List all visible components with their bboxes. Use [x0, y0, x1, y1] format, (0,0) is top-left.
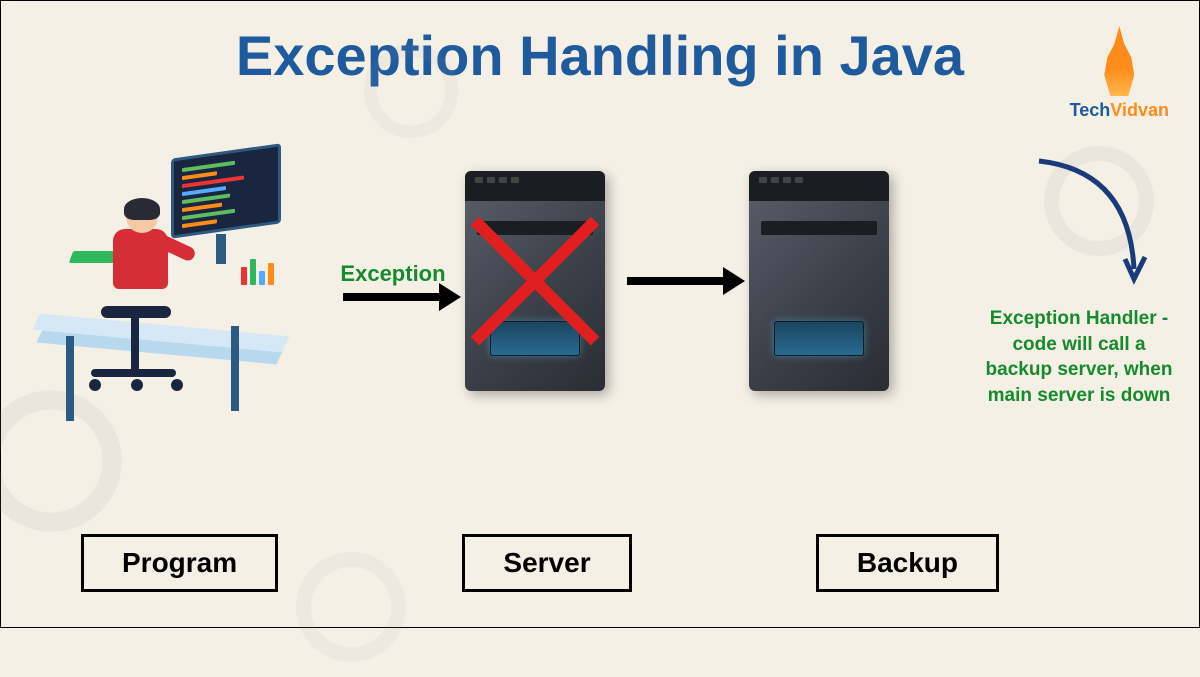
arrow-program-to-server: Exception	[333, 261, 453, 301]
label-row: Program Server Backup	[81, 534, 999, 592]
exception-label: Exception	[340, 261, 445, 287]
brand-logo: TechVidvan	[1070, 26, 1169, 121]
monitor-icon	[171, 143, 281, 238]
curved-arrow-icon	[1019, 151, 1159, 291]
label-program: Program	[81, 534, 278, 592]
programmer-illustration	[31, 131, 321, 431]
label-backup: Backup	[816, 534, 999, 592]
logo-text-1: Tech	[1070, 100, 1111, 120]
arrow-icon	[343, 293, 443, 301]
arrow-icon	[627, 277, 727, 285]
mini-chart-icon	[241, 259, 274, 285]
label-server: Server	[462, 534, 631, 592]
logo-text-2: Vidvan	[1110, 100, 1169, 120]
arrow-server-to-backup	[617, 277, 737, 285]
page-title: Exception Handling in Java	[1, 1, 1199, 88]
handler-description: Exception Handler - code will call a bac…	[979, 306, 1179, 409]
logo-figure-icon	[1089, 26, 1149, 96]
server-failed	[465, 171, 605, 391]
server-backup	[749, 171, 889, 391]
